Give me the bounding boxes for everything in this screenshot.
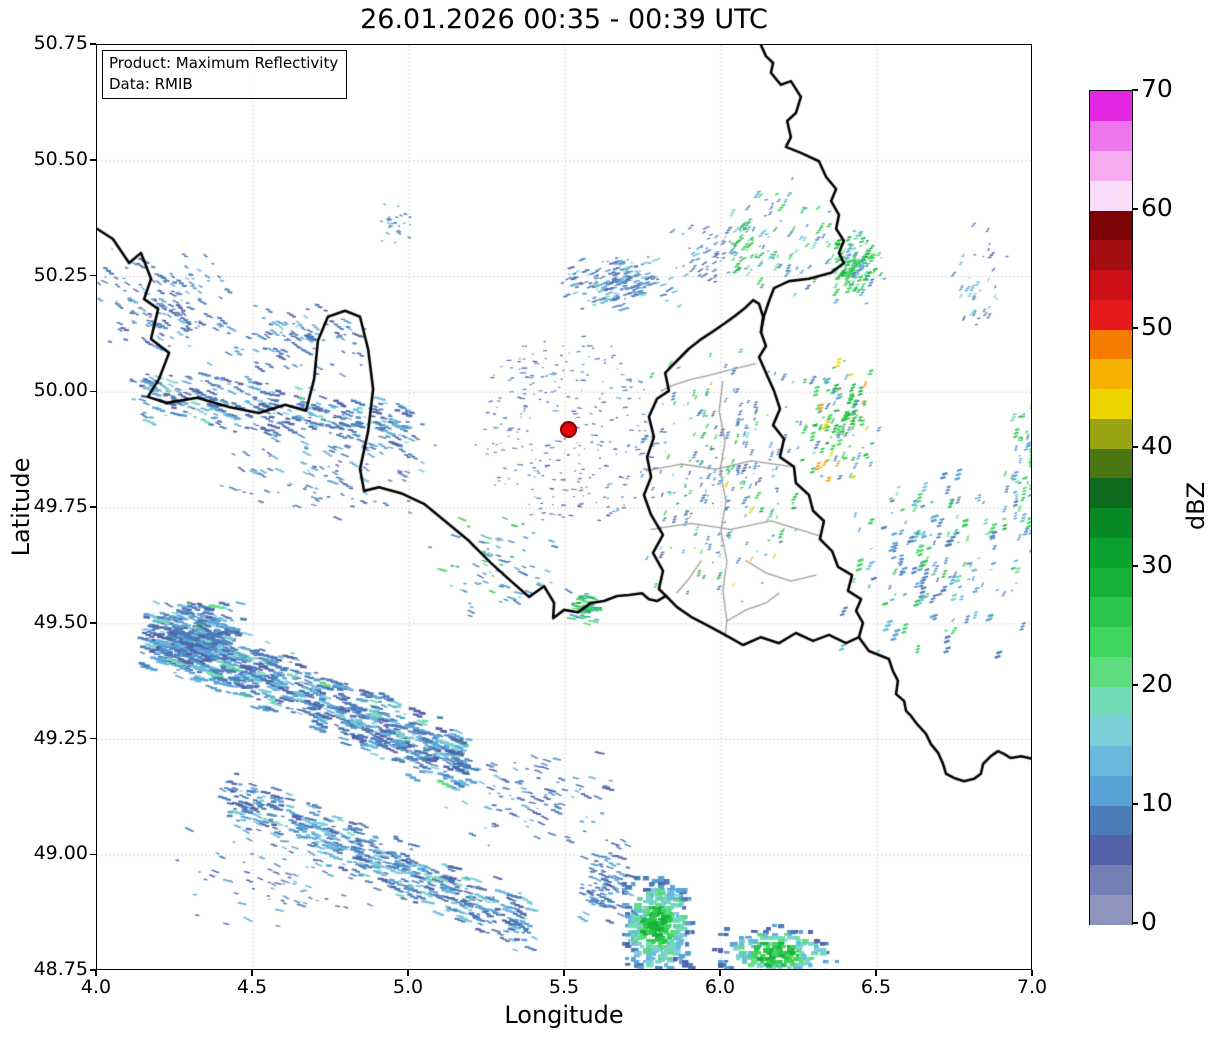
colorbar-band (1090, 834, 1132, 865)
map-plot-area: Product: Maximum Reflectivity Data: RMIB (96, 44, 1032, 970)
product-label: Product: Maximum Reflectivity (109, 54, 339, 72)
colorbar-band (1090, 239, 1132, 270)
x-tick-mark (563, 970, 565, 976)
colorbar-band (1090, 686, 1132, 717)
colorbar-band (1090, 775, 1132, 806)
colorbar-tick-mark (1132, 684, 1138, 686)
y-tick-label: 50.00 (33, 379, 88, 402)
colorbar-band (1090, 864, 1132, 895)
colorbar-band (1090, 329, 1132, 360)
colorbar-band (1090, 180, 1132, 211)
y-axis-label: Latitude (7, 457, 35, 557)
colorbar-tick-mark (1132, 89, 1138, 91)
radar-site-marker (559, 420, 577, 438)
colorbar-tick-mark (1132, 327, 1138, 329)
colorbar-band (1090, 477, 1132, 508)
colorbar-band (1090, 388, 1132, 419)
x-tick-mark (251, 970, 253, 976)
colorbar-band (1090, 805, 1132, 836)
y-tick-mark (90, 159, 96, 161)
x-tick-mark (1031, 970, 1033, 976)
colorbar-tick-mark (1132, 922, 1138, 924)
map-canvas (97, 45, 1031, 969)
colorbar-band (1090, 210, 1132, 241)
colorbar-band (1090, 656, 1132, 687)
colorbar-band (1090, 358, 1132, 389)
y-tick-mark (90, 853, 96, 855)
colorbar-band (1090, 894, 1132, 925)
colorbar-band (1090, 91, 1132, 122)
colorbar-band (1090, 596, 1132, 627)
colorbar-band (1090, 448, 1132, 479)
colorbar-tick-label: 30 (1141, 550, 1173, 579)
colorbar-band (1090, 715, 1132, 746)
x-tick-mark (95, 970, 97, 976)
y-tick-mark (90, 622, 96, 624)
y-tick-label: 49.25 (33, 726, 88, 749)
colorbar-band (1090, 537, 1132, 568)
y-tick-mark (90, 43, 96, 45)
colorbar-band (1090, 418, 1132, 449)
y-tick-mark (90, 390, 96, 392)
colorbar-band (1090, 745, 1132, 776)
colorbar-band (1090, 299, 1132, 330)
y-tick-mark (90, 506, 96, 508)
colorbar-label: dBZ (1182, 481, 1210, 531)
colorbar-tick-label: 60 (1141, 193, 1173, 222)
colorbar-band (1090, 567, 1132, 598)
data-source-label: Data: RMIB (109, 74, 193, 93)
y-tick-mark (90, 274, 96, 277)
colorbar (1089, 90, 1133, 925)
colorbar-tick-label: 0 (1141, 907, 1157, 936)
x-tick-label: 7.0 (1016, 976, 1048, 998)
x-axis-label: Longitude (504, 1001, 624, 1029)
colorbar-tick-mark (1132, 446, 1138, 448)
colorbar-tick-mark (1132, 565, 1138, 567)
x-tick-label: 6.5 (860, 976, 892, 998)
y-tick-label: 49.50 (33, 610, 88, 633)
colorbar-band (1090, 150, 1132, 181)
colorbar-tick-mark (1132, 803, 1138, 805)
y-tick-label: 50.50 (33, 147, 88, 170)
colorbar-tick-label: 50 (1141, 312, 1173, 341)
colorbar-band (1090, 120, 1132, 151)
colorbar-band (1090, 626, 1132, 657)
colorbar-tick-label: 20 (1141, 669, 1173, 698)
y-tick-mark (90, 737, 96, 740)
colorbar-band (1090, 269, 1132, 300)
y-tick-label: 49.00 (33, 842, 88, 865)
colorbar-tick-label: 70 (1141, 74, 1173, 103)
y-tick-label: 50.25 (33, 263, 88, 286)
x-tick-label: 5.0 (392, 976, 424, 998)
x-tick-mark (875, 970, 877, 976)
colorbar-tick-label: 40 (1141, 431, 1173, 460)
x-tick-label: 4.5 (236, 976, 268, 998)
x-tick-label: 6.0 (704, 976, 736, 998)
colorbar-band (1090, 507, 1132, 538)
x-tick-mark (719, 970, 721, 976)
x-tick-label: 5.5 (548, 976, 580, 998)
y-tick-label: 48.75 (33, 958, 88, 980)
colorbar-tick-mark (1132, 208, 1138, 210)
y-tick-label: 50.75 (33, 32, 88, 54)
y-tick-mark (90, 969, 96, 971)
x-tick-mark (407, 970, 409, 976)
product-info-box: Product: Maximum Reflectivity Data: RMIB (102, 50, 348, 100)
colorbar-tick-label: 10 (1141, 788, 1173, 817)
chart-title: 26.01.2026 00:35 - 00:39 UTC (360, 4, 768, 35)
radar-figure: 26.01.2026 00:35 - 00:39 UTC Product: Ma… (0, 0, 1219, 1040)
